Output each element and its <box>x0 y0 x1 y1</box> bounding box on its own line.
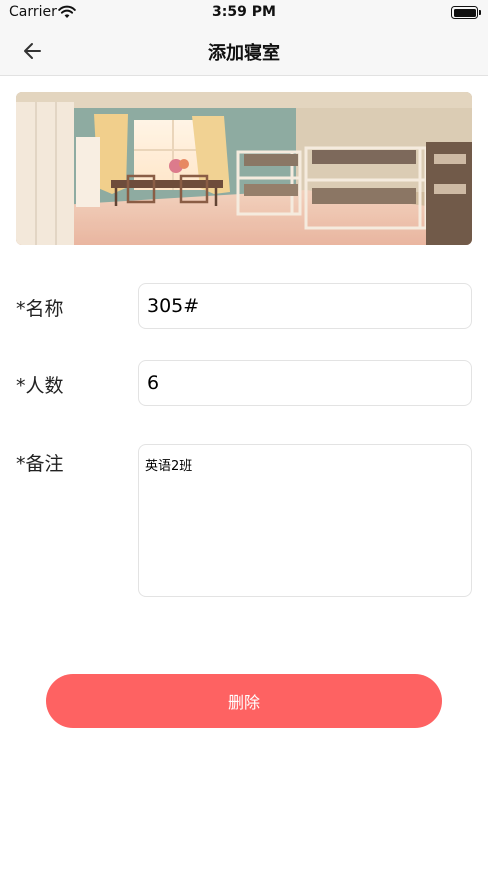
count-label: *人数 <box>16 375 64 397</box>
dormitory-room-photo <box>16 92 472 245</box>
page-title: 添加寝室 <box>208 43 280 64</box>
battery-icon <box>451 6 478 19</box>
clock-time: 3:59 PM <box>212 4 276 20</box>
battery-cap <box>479 10 481 15</box>
name-label: *名称 <box>16 298 64 320</box>
name-input[interactable] <box>138 283 472 329</box>
note-textarea[interactable]: 英语2班 <box>138 444 472 597</box>
status-bar: Carrier 3:59 PM <box>0 0 488 26</box>
delete-button[interactable]: 删除 <box>46 674 442 728</box>
navigation-bar: 添加寝室 <box>0 26 488 76</box>
note-label: *备注 <box>16 453 64 475</box>
count-input[interactable] <box>138 360 472 406</box>
